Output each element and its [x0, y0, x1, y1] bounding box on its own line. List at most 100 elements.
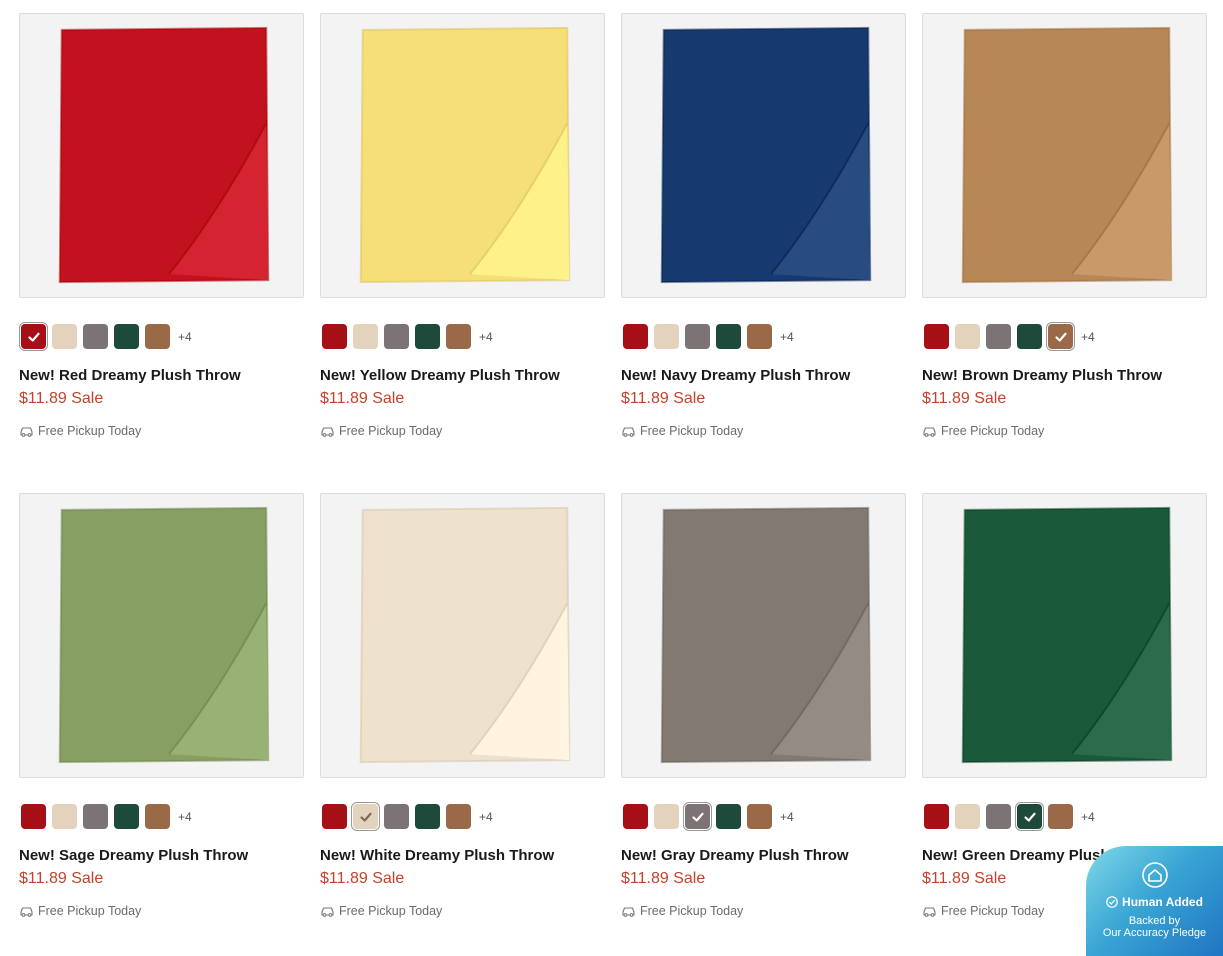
color-swatch[interactable] [322, 804, 347, 829]
color-swatch[interactable] [114, 804, 139, 829]
product-price: $11.89 Sale [19, 390, 104, 407]
color-swatch[interactable] [83, 324, 108, 349]
color-swatch[interactable] [685, 324, 710, 349]
color-swatch[interactable] [747, 804, 772, 829]
color-swatch[interactable] [145, 804, 170, 829]
color-swatch[interactable] [145, 324, 170, 349]
product-title[interactable]: New! Brown Dreamy Plush Throw [922, 367, 1162, 384]
car-icon [20, 427, 33, 437]
checkmark-icon [359, 812, 372, 822]
product-card: +4 New! Gray Dreamy Plush Throw $11.89 Sal… [621, 493, 906, 956]
color-swatch[interactable] [685, 804, 710, 829]
product-image[interactable] [19, 493, 304, 778]
car-icon [622, 907, 635, 917]
color-swatch[interactable] [955, 324, 980, 349]
color-swatch[interactable] [955, 804, 980, 829]
product-image[interactable] [922, 13, 1207, 298]
product-price: $11.89 Sale [922, 870, 1007, 887]
pickup-label: Free Pickup Today [941, 904, 1045, 918]
pickup-label: Free Pickup Today [339, 904, 443, 918]
color-swatch[interactable] [114, 324, 139, 349]
product-title[interactable]: New! Navy Dreamy Plush Throw [621, 367, 850, 384]
color-swatch[interactable] [1017, 804, 1042, 829]
checkmark-icon [1054, 332, 1067, 342]
throw-blanket-image [961, 506, 1173, 764]
product-price: $11.89 Sale [320, 870, 405, 887]
pickup-label: Free Pickup Today [38, 424, 142, 438]
color-swatch[interactable] [986, 804, 1011, 829]
product-image[interactable] [320, 493, 605, 778]
color-swatch[interactable] [384, 324, 409, 349]
throw-blanket-image [359, 506, 571, 764]
color-swatch[interactable] [384, 804, 409, 829]
color-swatch[interactable] [353, 804, 378, 829]
throw-blanket-image [359, 26, 571, 284]
color-swatch[interactable] [924, 324, 949, 349]
product-image[interactable] [621, 13, 906, 298]
product-card: +4 New! Brown Dreamy Plush Throw $11.89 Sa… [922, 13, 1207, 493]
color-swatches: +4 [21, 324, 192, 349]
color-swatch[interactable] [446, 804, 471, 829]
car-icon [321, 427, 334, 437]
product-title[interactable]: New! Yellow Dreamy Plush Throw [320, 367, 560, 384]
car-icon [923, 907, 936, 917]
product-grid: +4 New! Red Dreamy Plush Throw $11.89 Sale… [19, 13, 1207, 956]
product-title[interactable]: New! Gray Dreamy Plush Throw [621, 847, 849, 864]
more-colors-link[interactable]: +4 [178, 330, 192, 344]
more-colors-link[interactable]: +4 [780, 330, 794, 344]
throw-blanket-image [58, 26, 270, 284]
product-price: $11.89 Sale [19, 870, 104, 887]
more-colors-link[interactable]: +4 [1081, 330, 1095, 344]
color-swatch[interactable] [21, 324, 46, 349]
color-swatch[interactable] [52, 324, 77, 349]
home-check-icon [1142, 862, 1168, 888]
pickup-info: Free Pickup Today [621, 904, 743, 918]
color-swatches: +4 [623, 324, 794, 349]
car-icon [321, 907, 334, 917]
pickup-info: Free Pickup Today [320, 904, 442, 918]
color-swatch[interactable] [654, 324, 679, 349]
color-swatch[interactable] [623, 324, 648, 349]
more-colors-link[interactable]: +4 [780, 810, 794, 824]
badge-title-row: Human Added [1086, 895, 1223, 909]
color-swatch[interactable] [747, 324, 772, 349]
color-swatch[interactable] [986, 324, 1011, 349]
color-swatch[interactable] [353, 324, 378, 349]
color-swatch[interactable] [1048, 804, 1073, 829]
color-swatch[interactable] [415, 324, 440, 349]
product-price: $11.89 Sale [320, 390, 405, 407]
product-card: +4 New! Navy Dreamy Plush Throw $11.89 Sal… [621, 13, 906, 493]
color-swatch[interactable] [924, 804, 949, 829]
more-colors-link[interactable]: +4 [178, 810, 192, 824]
color-swatch[interactable] [1048, 324, 1073, 349]
product-title[interactable]: New! Red Dreamy Plush Throw [19, 367, 241, 384]
pickup-label: Free Pickup Today [640, 424, 744, 438]
color-swatches: +4 [21, 804, 192, 829]
color-swatches: +4 [924, 804, 1095, 829]
more-colors-link[interactable]: +4 [1081, 810, 1095, 824]
product-image[interactable] [320, 13, 605, 298]
more-colors-link[interactable]: +4 [479, 810, 493, 824]
product-image[interactable] [621, 493, 906, 778]
product-title[interactable]: New! White Dreamy Plush Throw [320, 847, 554, 864]
color-swatch[interactable] [716, 804, 741, 829]
product-image[interactable] [19, 13, 304, 298]
product-title[interactable]: New! Sage Dreamy Plush Throw [19, 847, 248, 864]
checkmark-icon [691, 812, 704, 822]
color-swatch[interactable] [322, 324, 347, 349]
color-swatch[interactable] [21, 804, 46, 829]
color-swatch[interactable] [415, 804, 440, 829]
throw-blanket-image [58, 506, 270, 764]
human-added-badge[interactable]: Human Added Backed by Our Accuracy Pledg… [1086, 846, 1223, 956]
more-colors-link[interactable]: +4 [479, 330, 493, 344]
color-swatch[interactable] [623, 804, 648, 829]
color-swatch[interactable] [52, 804, 77, 829]
color-swatch[interactable] [83, 804, 108, 829]
color-swatch[interactable] [716, 324, 741, 349]
color-swatch[interactable] [1017, 324, 1042, 349]
product-image[interactable] [922, 493, 1207, 778]
pickup-info: Free Pickup Today [320, 424, 442, 438]
color-swatch[interactable] [654, 804, 679, 829]
check-circle-icon [1106, 896, 1118, 908]
color-swatch[interactable] [446, 324, 471, 349]
